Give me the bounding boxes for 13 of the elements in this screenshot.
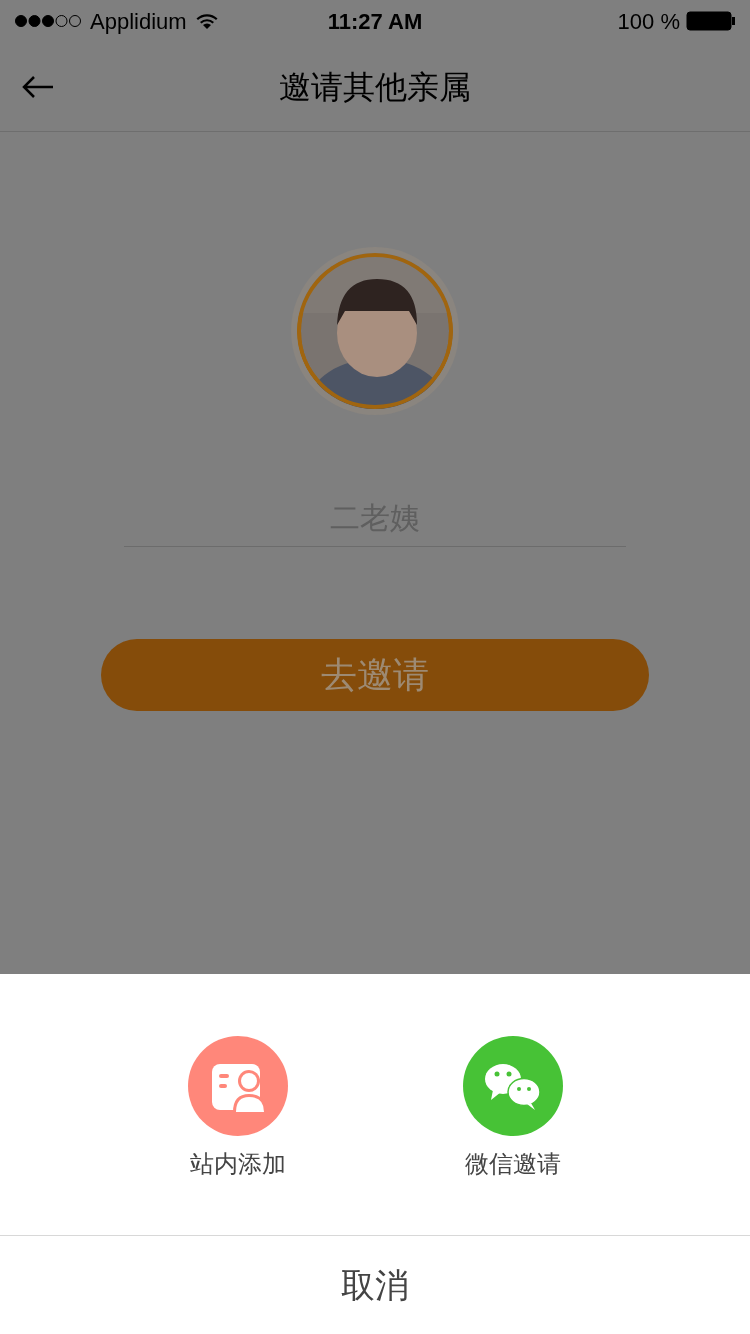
cancel-button[interactable]: 取消 bbox=[0, 1236, 750, 1334]
back-arrow-icon[interactable] bbox=[22, 75, 54, 98]
battery-icon bbox=[686, 11, 736, 31]
status-time: 11:27 AM bbox=[326, 7, 424, 36]
signal-strength-icon bbox=[14, 14, 82, 28]
chat-bubbles-icon bbox=[462, 1036, 563, 1136]
share-option[interactable]: 站内添加 bbox=[162, 1036, 313, 1235]
page-title: 邀请其他亲属 bbox=[279, 66, 471, 108]
contact-card-icon bbox=[187, 1036, 288, 1136]
battery-percent: 100 % bbox=[617, 7, 680, 36]
share-option[interactable]: 微信邀请 bbox=[437, 1036, 588, 1235]
carrier-name: Applidium bbox=[90, 7, 187, 36]
wifi-icon bbox=[194, 12, 219, 30]
